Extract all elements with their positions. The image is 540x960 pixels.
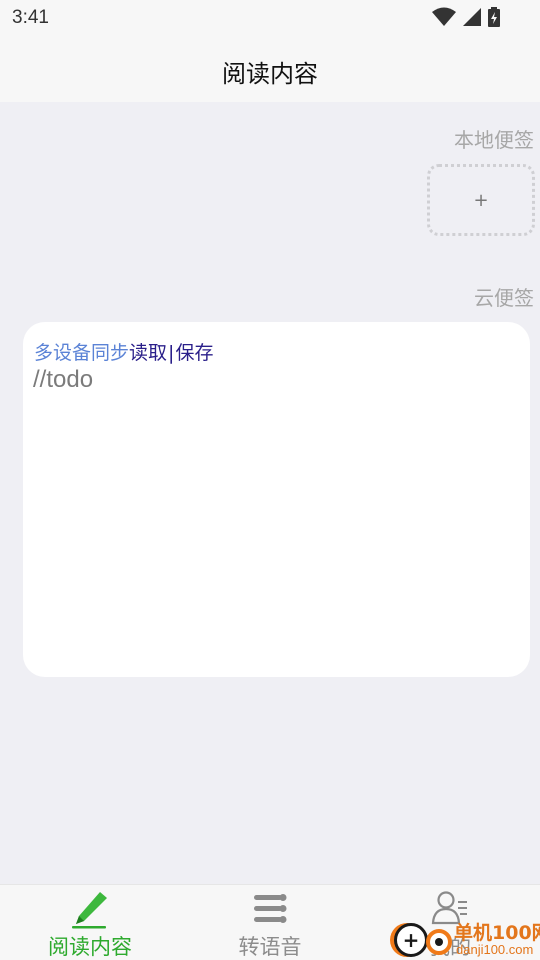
wifi-icon — [432, 7, 456, 26]
list-icon — [254, 894, 287, 923]
sync-controls: 多设备同步读取|保存 — [34, 338, 213, 365]
watermark-eye-icon — [426, 929, 452, 955]
sync-label: 多设备同步 — [34, 342, 130, 364]
battery-charging-icon — [488, 7, 500, 27]
status-time: 3:41 — [12, 7, 49, 28]
tab-read-content[interactable]: 阅读内容 — [0, 885, 180, 960]
status-icons — [432, 7, 500, 27]
save-button[interactable]: 保存 — [175, 342, 213, 364]
cellular-signal-icon — [463, 8, 481, 26]
cloud-note-editor[interactable]: //todo — [33, 366, 93, 394]
read-button[interactable]: 读取 — [129, 342, 167, 364]
tab-text-to-speech[interactable]: 转语音 — [180, 885, 360, 960]
page-title: 阅读内容 — [222, 60, 318, 88]
tab-read-content-label: 阅读内容 — [48, 935, 132, 959]
cloud-notes-label: 云便签 — [474, 286, 534, 310]
local-notes-label: 本地便签 — [454, 128, 534, 152]
status-bar: 3:41 — [0, 0, 540, 36]
pen-icon — [72, 892, 107, 929]
watermark-plus-icon: + — [394, 923, 428, 957]
app-header: 阅读内容 — [0, 36, 540, 102]
add-local-note-button[interactable]: + — [427, 164, 535, 236]
cloud-note-card: 多设备同步读取|保存 //todo — [23, 322, 530, 677]
plus-icon: + — [473, 189, 489, 211]
tab-text-to-speech-label: 转语音 — [238, 935, 302, 959]
watermark-domain: danji100.com — [456, 942, 534, 957]
watermark-logo: + 单机100网 danji100.com — [390, 915, 540, 960]
watermark-brand: 单机100网 — [454, 922, 540, 944]
